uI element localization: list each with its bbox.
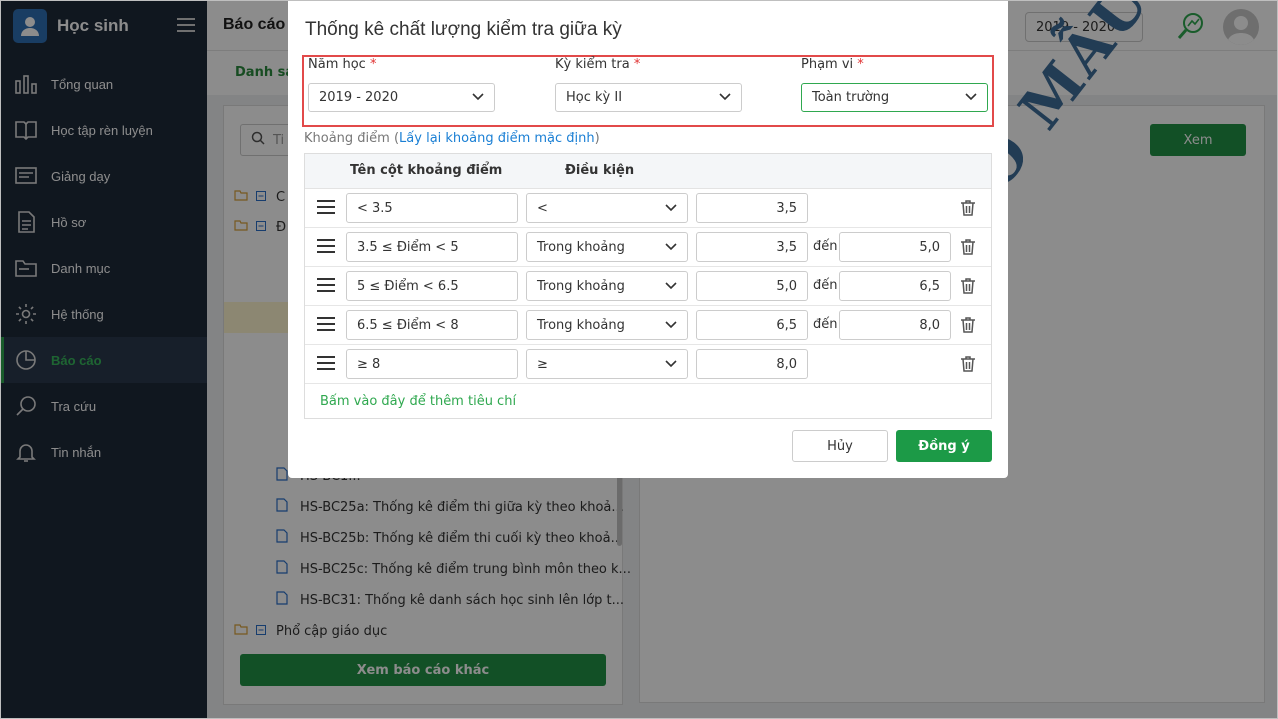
trash-icon[interactable] [960, 238, 976, 256]
to-value-input[interactable]: 5,0 [839, 232, 951, 262]
table-row: < 3.5 <3,5 [305, 189, 991, 228]
chevron-down-icon [965, 90, 977, 105]
from-value: 3,5 [776, 200, 797, 216]
range-name-input[interactable]: 5 ≤ Điểm < 6.5 [346, 271, 518, 301]
chevron-down-icon [665, 318, 677, 333]
label-text: Phạm vi [801, 57, 854, 72]
from-value-input[interactable]: 5,0 [696, 271, 808, 301]
cancel-button[interactable]: Hủy [792, 430, 888, 462]
condition-value: Trong khoảng [537, 317, 625, 333]
app-window: Học sinh Tổng quan Học tập rèn luyện Giả… [0, 0, 1278, 719]
column-header-condition: Điều kiện [565, 163, 635, 178]
range-name-input[interactable]: 6.5 ≤ Điểm < 8 [346, 310, 518, 340]
condition-select[interactable]: < [526, 193, 688, 223]
from-value: 3,5 [776, 239, 797, 255]
condition-select[interactable]: Trong khoảng [526, 271, 688, 301]
from-value: 6,5 [776, 317, 797, 333]
range-name-value: < 3.5 [357, 200, 393, 216]
reset-range-link[interactable]: Lấy lại khoảng điểm mặc định [399, 131, 595, 146]
drag-handle-icon[interactable] [317, 238, 335, 254]
trash-icon[interactable] [960, 355, 976, 373]
trash-icon[interactable] [960, 316, 976, 334]
table-row: 5 ≤ Điểm < 6.5 Trong khoảng 5,0 đến 6,5 [305, 267, 991, 306]
chevron-down-icon [665, 279, 677, 294]
drag-handle-icon[interactable] [317, 316, 335, 332]
table-header: Tên cột khoảng điểm Điều kiện [305, 154, 991, 189]
range-name-input[interactable]: ≥ 8 [346, 349, 518, 379]
chevron-down-icon [719, 90, 731, 105]
confirm-button[interactable]: Đồng ý [896, 430, 992, 462]
condition-value: Trong khoảng [537, 278, 625, 294]
trash-icon[interactable] [960, 277, 976, 295]
condition-value: Trong khoảng [537, 239, 625, 255]
between-label: đến [813, 317, 838, 332]
year-select[interactable]: 2019 - 2020 [308, 83, 495, 112]
range-close: ) [594, 131, 600, 146]
chevron-down-icon [665, 357, 677, 372]
score-range-label: Khoảng điểm (Lấy lại khoảng điểm mặc địn… [304, 131, 600, 146]
exam-select[interactable]: Học kỳ II [555, 83, 742, 112]
range-name-input[interactable]: 3.5 ≤ Điểm < 5 [346, 232, 518, 262]
table-row: 3.5 ≤ Điểm < 5 Trong khoảng 3,5 đến 5,0 [305, 228, 991, 267]
condition-select[interactable]: ≥ [526, 349, 688, 379]
condition-select[interactable]: Trong khoảng [526, 310, 688, 340]
from-value: 5,0 [776, 278, 797, 294]
range-name-value: 6.5 ≤ Điểm < 8 [357, 317, 459, 333]
chevron-down-icon [665, 201, 677, 216]
exam-value: Học kỳ II [566, 90, 623, 105]
between-label: đến [813, 278, 838, 293]
required-mark: * [369, 57, 377, 72]
year-value: 2019 - 2020 [319, 90, 399, 105]
chevron-down-icon [472, 90, 484, 105]
from-value-input[interactable]: 8,0 [696, 349, 808, 379]
scope-value: Toàn trường [812, 90, 890, 105]
to-value-input[interactable]: 6,5 [839, 271, 951, 301]
condition-value: < [537, 200, 548, 216]
to-value-input[interactable]: 8,0 [839, 310, 951, 340]
scope-field-label: Phạm vi * [801, 57, 864, 72]
range-name-value: 3.5 ≤ Điểm < 5 [357, 239, 459, 255]
scope-select[interactable]: Toàn trường [801, 83, 988, 112]
condition-value: ≥ [537, 356, 548, 372]
range-text: Khoảng điểm ( [304, 131, 400, 146]
label-text: Kỳ kiểm tra [555, 57, 630, 72]
between-label: đến [813, 239, 838, 254]
label-text: Năm học [308, 57, 366, 72]
trash-icon[interactable] [960, 199, 976, 217]
range-name-input[interactable]: < 3.5 [346, 193, 518, 223]
range-name-value: ≥ 8 [357, 356, 381, 372]
drag-handle-icon[interactable] [317, 199, 335, 215]
exam-field-label: Kỳ kiểm tra * [555, 57, 640, 72]
required-mark: * [633, 57, 641, 72]
score-range-table: Tên cột khoảng điểm Điều kiện < 3.5 <3,5 3… [304, 153, 992, 419]
from-value-input[interactable]: 6,5 [696, 310, 808, 340]
from-value: 8,0 [776, 356, 797, 372]
condition-select[interactable]: Trong khoảng [526, 232, 688, 262]
from-value-input[interactable]: 3,5 [696, 232, 808, 262]
to-value: 6,5 [919, 278, 940, 294]
add-criteria-link[interactable]: Bấm vào đây để thêm tiêu chí [320, 394, 516, 409]
year-field-label: Năm học * [308, 57, 376, 72]
required-mark: * [857, 57, 864, 72]
to-value: 5,0 [919, 239, 940, 255]
column-header-name: Tên cột khoảng điểm [350, 163, 503, 178]
dialog-title: Thống kê chất lượng kiểm tra giữa kỳ [305, 19, 622, 40]
statistics-dialog: Thống kê chất lượng kiểm tra giữa kỳ Năm… [288, 1, 1008, 478]
drag-handle-icon[interactable] [317, 355, 335, 371]
table-row: ≥ 8 ≥8,0 [305, 345, 991, 384]
range-name-value: 5 ≤ Điểm < 6.5 [357, 278, 459, 294]
table-row: 6.5 ≤ Điểm < 8 Trong khoảng 6,5 đến 8,0 [305, 306, 991, 345]
from-value-input[interactable]: 3,5 [696, 193, 808, 223]
to-value: 8,0 [919, 317, 940, 333]
chevron-down-icon [665, 240, 677, 255]
drag-handle-icon[interactable] [317, 277, 335, 293]
